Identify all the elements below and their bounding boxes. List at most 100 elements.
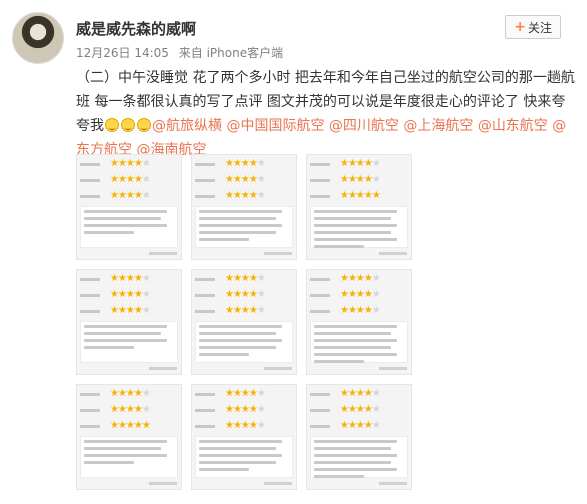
card-footer [379,252,407,255]
post-date[interactable]: 12月26日 14:05 [76,46,169,60]
rating-row: ★★★★★ [80,289,178,301]
post-source: 来自 iPhone客户端 [178,46,284,60]
rating-label-placeholder [195,194,225,198]
star-rating-icon: ★★★★★ [110,190,151,201]
rating-row: ★★★★★ [310,158,408,170]
post-image-thumbnail[interactable]: ★★★★★ ★★★★★ ★★★★★ [76,154,182,260]
mention-link[interactable]: @上海航空 [403,118,473,134]
card-footer [149,482,177,485]
star-rating-icon: ★★★★★ [340,158,381,169]
star-rating-icon: ★★★★★ [340,190,381,201]
avatar[interactable] [12,12,64,64]
mention-link[interactable]: @山东航空 [478,118,548,134]
rating-row: ★★★★★ [80,420,178,432]
card-footer [264,482,292,485]
rating-row: ★★★★★ [195,305,293,317]
star-rating-icon: ★★★★★ [110,305,151,316]
rating-row: ★★★★★ [195,190,293,202]
post-image-thumbnail[interactable]: ★★★★★ ★★★★★ ★★★★★ [76,269,182,375]
card-footer [149,252,177,255]
rating-row: ★★★★★ [310,388,408,400]
rating-label-placeholder [80,293,110,297]
card-footer [379,482,407,485]
star-rating-icon: ★★★★★ [225,404,266,415]
star-rating-icon: ★★★★★ [110,174,151,185]
mention-link[interactable]: @航旅纵横 [152,118,222,134]
rating-label-placeholder [195,277,225,281]
rating-row: ★★★★★ [80,190,178,202]
rating-label-placeholder [310,424,340,428]
follow-label: 关注 [527,20,552,35]
star-rating-icon: ★★★★★ [225,190,266,201]
post-image-thumbnail[interactable]: ★★★★★ ★★★★★ ★★★★★ [191,269,297,375]
star-rating-icon: ★★★★★ [340,289,381,300]
star-rating-icon: ★★★★★ [225,289,266,300]
username[interactable]: 威是威先森的威啊 [76,18,196,39]
rating-row: ★★★★★ [195,289,293,301]
star-rating-icon: ★★★★★ [340,404,381,415]
mention-link[interactable]: @四川航空 [329,118,399,134]
follow-button[interactable]: + 关注 [505,15,561,39]
star-rating-icon: ★★★★★ [225,420,266,431]
card-footer [264,367,292,370]
rating-label-placeholder [310,293,340,297]
rating-label-placeholder [195,309,225,313]
rating-row: ★★★★★ [310,289,408,301]
rating-row: ★★★★★ [195,273,293,285]
rating-label-placeholder [195,392,225,396]
rating-label-placeholder [195,162,225,166]
star-rating-icon: ★★★★★ [340,420,381,431]
rating-label-placeholder [310,408,340,412]
mention-link[interactable]: @中国国际航空 [226,118,324,134]
rating-label-placeholder [195,178,225,182]
rating-label-placeholder [195,424,225,428]
post-image-thumbnail[interactable]: ★★★★★ ★★★★★ ★★★★★ [306,384,412,490]
rating-label-placeholder [80,194,110,198]
review-text-block [310,436,408,478]
review-text-block [195,436,293,478]
laughing-emoji-icon [121,118,135,132]
star-rating-icon: ★★★★★ [225,273,266,284]
rating-label-placeholder [80,408,110,412]
rating-label-placeholder [80,277,110,281]
star-rating-icon: ★★★★★ [340,388,381,399]
review-text-block [310,321,408,363]
rating-row: ★★★★★ [310,174,408,186]
plus-icon: + [514,19,526,35]
laughing-emoji-icon [105,118,119,132]
rating-label-placeholder [80,424,110,428]
post-image-thumbnail[interactable]: ★★★★★ ★★★★★ ★★★★★ [306,269,412,375]
image-grid: ★★★★★ ★★★★★ ★★★★★ ★★★★★ ★★★★★ ★★★★★ ★★★★★ ★★★★★… [76,154,412,496]
rating-row: ★★★★★ [195,174,293,186]
post-text: （二）中午没睡觉 花了两个多小时 把去年和今年自己坐过的航空公司的那一趟航班 每… [76,66,576,162]
review-text-block [80,436,178,478]
post-meta: 12月26日 14:05 来自 iPhone客户端 [76,44,283,61]
rating-row: ★★★★★ [80,388,178,400]
post-image-thumbnail[interactable]: ★★★★★ ★★★★★ ★★★★★ [76,384,182,490]
card-footer [264,252,292,255]
star-rating-icon: ★★★★★ [225,305,266,316]
post-image-thumbnail[interactable]: ★★★★★ ★★★★★ ★★★★★ [191,384,297,490]
star-rating-icon: ★★★★★ [110,404,151,415]
rating-row: ★★★★★ [195,388,293,400]
rating-row: ★★★★★ [80,174,178,186]
rating-label-placeholder [80,392,110,396]
review-text-block [195,206,293,248]
rating-label-placeholder [310,309,340,313]
rating-row: ★★★★★ [195,404,293,416]
star-rating-icon: ★★★★★ [110,273,151,284]
star-rating-icon: ★★★★★ [110,388,151,399]
rating-label-placeholder [80,178,110,182]
star-rating-icon: ★★★★★ [110,289,151,300]
rating-label-placeholder [80,162,110,166]
rating-row: ★★★★★ [310,404,408,416]
star-rating-icon: ★★★★★ [110,158,151,169]
star-rating-icon: ★★★★★ [340,305,381,316]
post-image-thumbnail[interactable]: ★★★★★ ★★★★★ ★★★★★ [306,154,412,260]
star-rating-icon: ★★★★★ [110,420,151,431]
laughing-emoji-icon [137,118,151,132]
post-image-thumbnail[interactable]: ★★★★★ ★★★★★ ★★★★★ [191,154,297,260]
rating-row: ★★★★★ [310,273,408,285]
rating-label-placeholder [195,293,225,297]
rating-row: ★★★★★ [195,420,293,432]
